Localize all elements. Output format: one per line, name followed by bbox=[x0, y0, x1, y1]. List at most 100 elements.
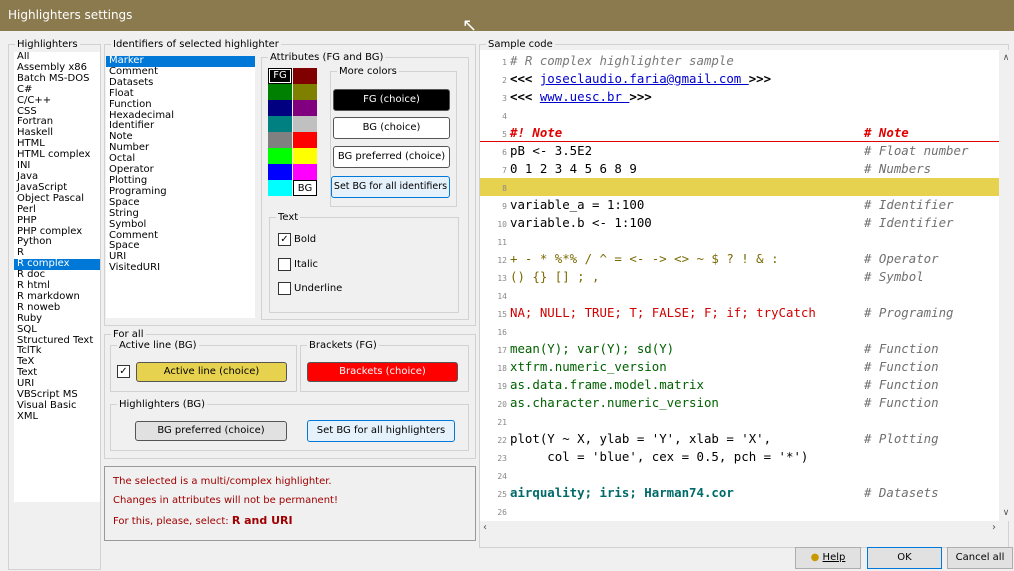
code-line: 10 variable.b <- 1:100 # Identifier bbox=[480, 214, 999, 232]
italic-checkbox[interactable] bbox=[278, 258, 291, 271]
highlighter-item[interactable]: PHP bbox=[14, 215, 100, 227]
code-line: 3 <<< www.uesc.br >>> bbox=[480, 88, 999, 106]
set-bg-all-identifiers-button[interactable]: Set BG for all identifiers bbox=[331, 176, 450, 198]
color-swatch[interactable] bbox=[268, 148, 292, 164]
message-line-3-prefix: For this, please, select: bbox=[113, 516, 229, 527]
code-text: xtfrm.numeric_version bbox=[510, 359, 667, 374]
code-comment: # Function bbox=[864, 377, 939, 392]
for-all-legend: For all bbox=[113, 329, 144, 340]
color-swatch[interactable] bbox=[293, 148, 317, 164]
vertical-scrollbar[interactable]: ∧ ∨ bbox=[999, 50, 1013, 521]
help-label: Help bbox=[822, 552, 846, 563]
horizontal-scrollbar[interactable]: ‹ › bbox=[480, 521, 999, 537]
code-text: # R complex highlighter sample bbox=[510, 53, 734, 68]
color-swatch[interactable] bbox=[293, 84, 317, 100]
code-text: as.data.frame.model.matrix bbox=[510, 377, 704, 392]
underline-checkbox[interactable] bbox=[278, 282, 291, 295]
help-button[interactable]: ● Help bbox=[795, 547, 861, 569]
message-line-2: Changes in attributes will not be perman… bbox=[113, 495, 338, 506]
brackets-legend: Brackets (FG) bbox=[309, 340, 377, 351]
fg-choice-button[interactable]: FG (choice) bbox=[333, 89, 450, 111]
message-line-3: For this, please, select: R and URI bbox=[113, 514, 293, 527]
color-swatch[interactable] bbox=[268, 132, 292, 148]
sample-code-editor[interactable]: 1 # R complex highlighter sample 2 <<< jose… bbox=[480, 50, 999, 521]
code-line: 16 bbox=[480, 322, 999, 340]
code-text: NA; NULL; TRUE; T; FALSE; F; if; tryCatc… bbox=[510, 305, 816, 320]
code-text: variable.b <- 1:100 bbox=[510, 215, 652, 230]
highlighter-item[interactable]: C# bbox=[14, 84, 100, 96]
highlighters-legend: Highlighters bbox=[17, 39, 78, 50]
identifier-item[interactable]: Symbol bbox=[106, 219, 255, 231]
italic-label: Italic bbox=[294, 259, 319, 270]
color-swatch[interactable]: FG bbox=[268, 68, 292, 84]
color-swatch[interactable] bbox=[293, 132, 317, 148]
scroll-down-icon[interactable]: ∨ bbox=[999, 508, 1013, 518]
bg-choice-button[interactable]: BG (choice) bbox=[333, 117, 450, 139]
warning-message-box: The selected is a multi/complex highligh… bbox=[104, 466, 476, 541]
color-swatch[interactable] bbox=[293, 68, 317, 84]
code-comment: # Identifier bbox=[864, 215, 954, 230]
code-text: col = 'blue', cex = 0.5, pch = '*') bbox=[510, 449, 809, 464]
highlighter-item[interactable]: SQL bbox=[14, 324, 100, 336]
bg-preferred-choice-button[interactable]: BG preferred (choice) bbox=[333, 146, 450, 168]
identifiers-list[interactable]: Marker Comment Datasets Float Function Hexade… bbox=[106, 56, 255, 318]
scroll-up-icon[interactable]: ∧ bbox=[999, 53, 1013, 63]
color-swatch[interactable] bbox=[268, 100, 292, 116]
underline-label: Underline bbox=[294, 283, 343, 294]
code-comment: # Numbers bbox=[864, 161, 932, 176]
cancel-all-button[interactable]: Cancel all bbox=[947, 547, 1013, 569]
highlighters-list[interactable]: All Assembly x86 Batch MS-DOS C# C/C++ CSS For… bbox=[14, 52, 100, 502]
message-line-3-bold: R and URI bbox=[231, 514, 293, 527]
code-comment: # Programing bbox=[864, 305, 954, 320]
scroll-right-icon[interactable]: › bbox=[992, 522, 996, 533]
color-swatch[interactable] bbox=[268, 84, 292, 100]
color-swatch[interactable] bbox=[293, 116, 317, 132]
code-line: 2 <<< joseclaudio.faria@gmail.com >>> bbox=[480, 70, 999, 88]
code-comment: # Plotting bbox=[864, 431, 939, 446]
identifier-item[interactable]: Function bbox=[106, 99, 255, 111]
code-line: 26 bbox=[480, 502, 999, 520]
color-swatch[interactable] bbox=[293, 100, 317, 116]
window-title-bar: Highlighters settings bbox=[0, 0, 1014, 31]
bold-checkbox[interactable]: ✓ bbox=[278, 233, 291, 246]
highlighter-item[interactable]: Python bbox=[14, 237, 100, 248]
color-swatch[interactable]: BG bbox=[293, 180, 317, 196]
color-swatch[interactable] bbox=[268, 164, 292, 180]
code-comment: # Float number bbox=[864, 143, 969, 158]
code-comment: # Note bbox=[864, 125, 909, 140]
code-comment: # Operator bbox=[864, 251, 939, 266]
identifier-item[interactable]: Float bbox=[106, 88, 255, 100]
brackets-choice-button[interactable]: Brackets (choice) bbox=[307, 362, 458, 382]
attributes-legend: Attributes (FG and BG) bbox=[270, 52, 384, 63]
active-line-choice-button[interactable]: Active line (choice) bbox=[136, 362, 287, 382]
code-line: 22 plot(Y ~ X, ylab = 'Y', xlab = 'X', # P… bbox=[480, 430, 999, 448]
highlighter-item[interactable]: C/C++ bbox=[14, 95, 100, 107]
code-comment: # Function bbox=[864, 341, 939, 356]
code-text: variable_a = 1:100 bbox=[510, 197, 645, 212]
identifier-item[interactable]: String bbox=[106, 208, 255, 220]
color-swatch[interactable] bbox=[268, 116, 292, 132]
set-bg-all-highlighters-button[interactable]: Set BG for all highlighters bbox=[307, 420, 455, 442]
active-line-legend: Active line (BG) bbox=[119, 340, 197, 351]
code-line: 8 bbox=[480, 178, 999, 196]
code-line: 25 airquality; iris; Harman74.cor # Datase… bbox=[480, 484, 999, 502]
identifiers-legend: Identifiers of selected highlighter bbox=[113, 39, 279, 50]
code-line: 1 # R complex highlighter sample bbox=[480, 52, 999, 70]
highlighter-item[interactable]: XML bbox=[14, 411, 100, 423]
code-line: 13() {} [] ; , # Symbol bbox=[480, 268, 999, 286]
color-swatch[interactable] bbox=[293, 164, 317, 180]
highlighter-item[interactable]: Perl bbox=[14, 204, 100, 216]
code-text: #! Note bbox=[510, 125, 563, 140]
code-text: () {} [] ; , bbox=[510, 269, 600, 284]
code-line: 12 + - * %*% / ^ = <- -> <> ~ $ ? ! & : # … bbox=[480, 250, 999, 268]
highlighters-bg-preferred-button[interactable]: BG preferred (choice) bbox=[135, 421, 287, 441]
identifier-item[interactable]: Space bbox=[106, 241, 255, 252]
code-line: 17 mean(Y); var(Y); sd(Y) # Function bbox=[480, 340, 999, 358]
code-line: 23 col = 'blue', cex = 0.5, pch = '*') bbox=[480, 448, 999, 466]
ok-button[interactable]: OK bbox=[867, 547, 942, 569]
color-swatch[interactable] bbox=[268, 180, 292, 196]
identifier-item[interactable]: VisitedURI bbox=[106, 262, 255, 274]
scroll-left-icon[interactable]: ‹ bbox=[483, 522, 487, 533]
message-line-1: The selected is a multi/complex highligh… bbox=[113, 476, 332, 487]
active-line-checkbox[interactable]: ✓ bbox=[117, 365, 130, 378]
